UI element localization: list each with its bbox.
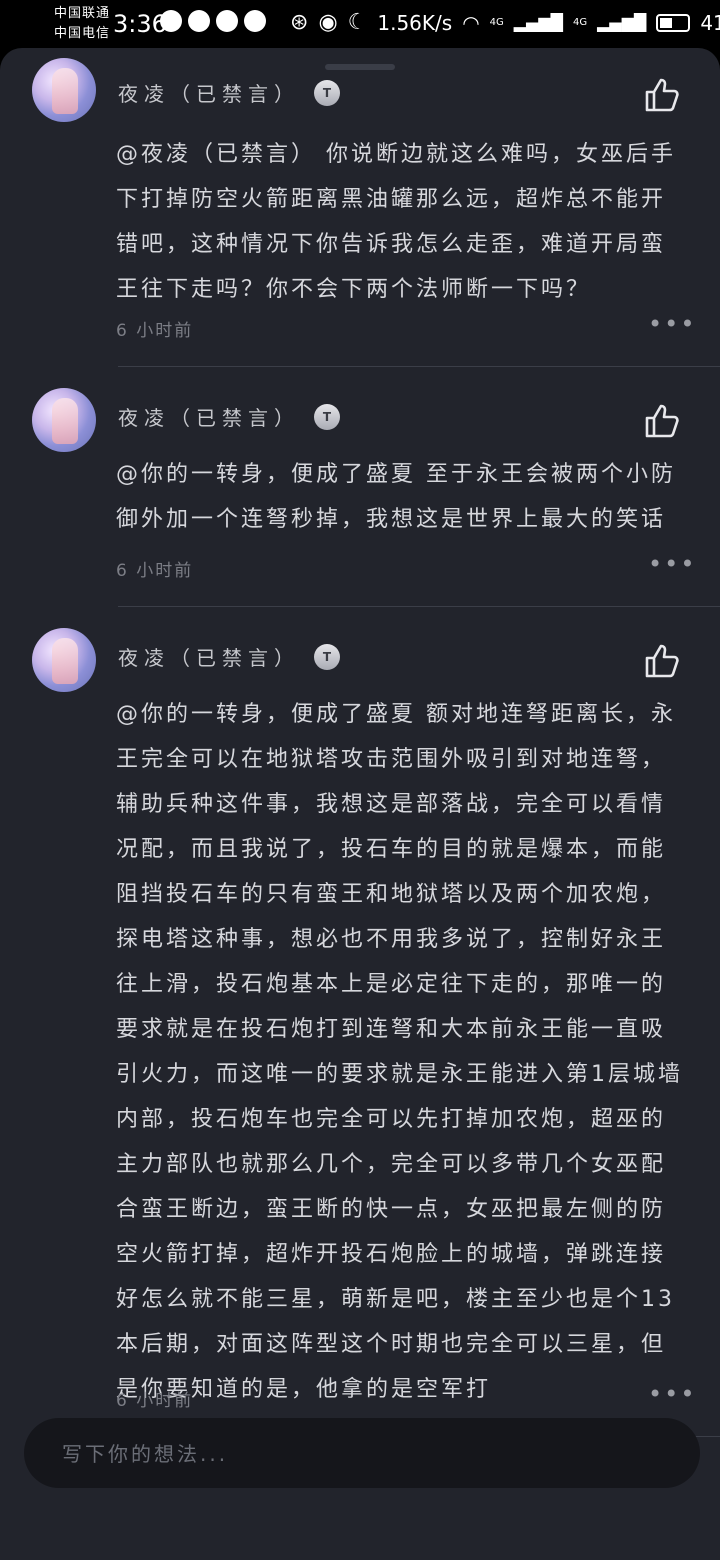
comments-sheet: 夜凌（已禁言） T @夜凌（已禁言） 你说断边就这么难吗，女巫后手下打掉防空火箭… xyxy=(0,48,720,1560)
thumbs-up-icon[interactable] xyxy=(644,404,680,438)
level-badge-icon: T xyxy=(314,403,340,430)
carrier-labels: 中国联通 中国电信 xyxy=(54,4,110,44)
qq-icon xyxy=(244,10,266,32)
battery-icon xyxy=(656,13,691,32)
carrier-2: 中国电信 xyxy=(54,26,111,41)
battery-level: 41% xyxy=(700,10,720,35)
username[interactable]: 夜凌（已禁言） xyxy=(118,78,300,107)
more-options-icon[interactable]: ••• xyxy=(648,310,696,338)
username[interactable]: 夜凌（已禁言） xyxy=(118,642,300,671)
avatar[interactable] xyxy=(32,388,96,452)
divider xyxy=(118,606,720,607)
comment-text: @你的一转身，便成了盛夏 至于永王会被两个小防御外加一个连弩秒掉，我想这是世界上… xyxy=(116,462,676,532)
avatar[interactable] xyxy=(32,628,96,692)
clock: 3:36 xyxy=(113,10,167,38)
signal-bars-icon: ▂▄▆█ xyxy=(513,13,563,32)
avatar[interactable] xyxy=(32,58,96,122)
username[interactable]: 夜凌（已禁言） xyxy=(118,402,300,431)
carrier-1: 中国联通 xyxy=(54,6,111,21)
more-options-icon[interactable]: ••• xyxy=(648,1380,696,1408)
level-badge-icon: T xyxy=(314,643,340,670)
thumbs-up-icon[interactable] xyxy=(644,78,680,112)
nfc-icon: ⊛ xyxy=(290,10,309,35)
signal-bars-icon: ▂▄▆█ xyxy=(597,13,647,32)
net-speed: 1.56K/s xyxy=(377,10,453,35)
qq-icon xyxy=(188,10,210,32)
comment-input-bar[interactable] xyxy=(24,1418,700,1490)
qq-icon xyxy=(160,10,182,32)
comment-text: @你的一转身，便成了盛夏 额对地连弩距离长，永王完全可以在地狱塔攻击范围外吸引到… xyxy=(116,702,683,1402)
signal-2: 4G xyxy=(572,17,588,28)
status-right: ⊛ ◉ ☾ 1.56K/s ◠ 4G ▂▄▆█ 4G ▂▄▆█ 41% xyxy=(290,10,720,35)
thumbs-up-icon[interactable] xyxy=(644,644,680,678)
comment-text: @夜凌（已禁言） 你说断边就这么难吗，女巫后手下打掉防空火箭距离黑油罐那么远，超… xyxy=(116,142,676,302)
level-badge-icon: T xyxy=(314,79,340,106)
signal-1: 4G xyxy=(489,17,504,28)
comment-time: 6 小时前 xyxy=(116,1391,194,1411)
comment-time: 6 小时前 xyxy=(116,561,194,581)
qq-icon xyxy=(216,10,238,32)
moon-icon: ☾ xyxy=(347,10,368,35)
comment-input[interactable] xyxy=(60,1418,674,1490)
divider xyxy=(118,366,720,367)
wifi-icon: ◠ xyxy=(462,10,480,35)
status-bar: 中国联通 中国电信 3:36 ⊛ ◉ ☾ 1.56K/s ◠ 4G ▂▄▆█ 4… xyxy=(0,0,720,48)
comment-time: 6 小时前 xyxy=(116,321,194,341)
notification-icons xyxy=(160,10,266,32)
drag-handle[interactable] xyxy=(325,64,395,70)
eye-icon: ◉ xyxy=(318,10,338,35)
more-options-icon[interactable]: ••• xyxy=(648,550,696,578)
